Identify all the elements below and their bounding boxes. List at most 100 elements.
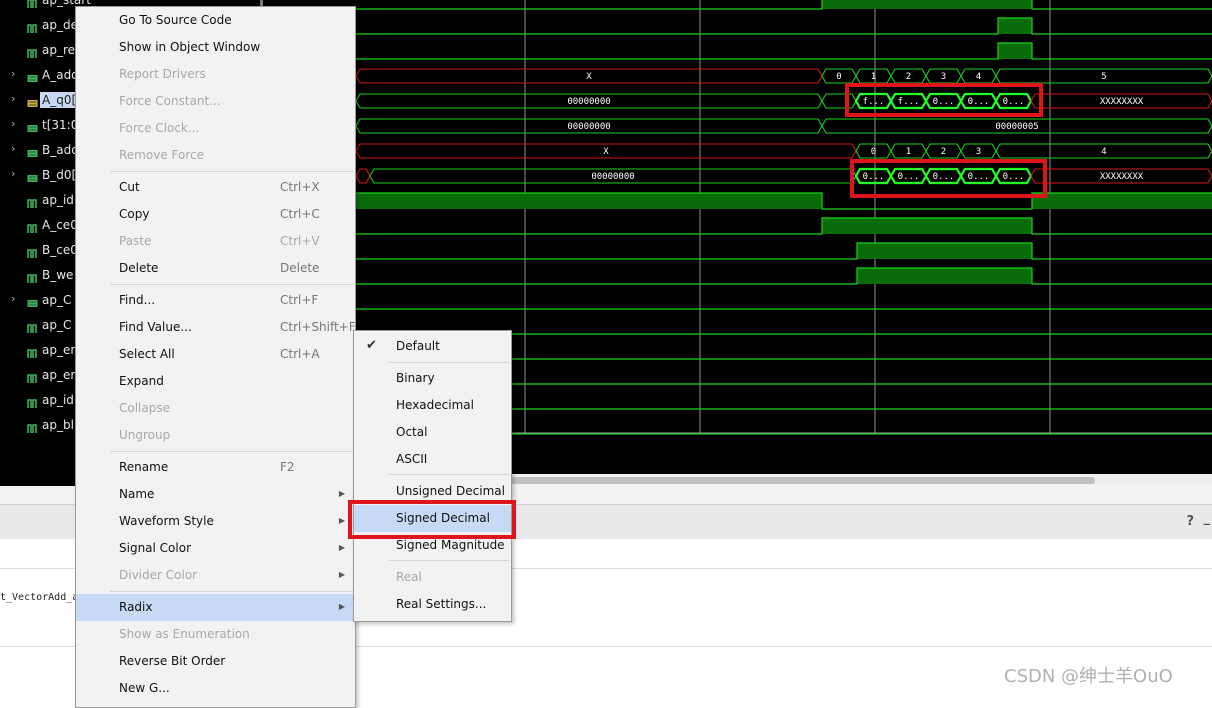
menu-item-name[interactable]: Name ▶: [76, 481, 355, 508]
menu-item-reverse-bit-order[interactable]: Reverse Bit Order: [76, 648, 355, 675]
menu-item-go-to-source-code[interactable]: Go To Source Code: [76, 7, 355, 34]
wave-high-fill: [822, 218, 1032, 234]
watermark: CSDN @绅士羊OuO: [1004, 666, 1173, 687]
menu-item-label: Go To Source Code: [119, 13, 232, 27]
menu-item-shortcut: Ctrl+F: [280, 293, 319, 307]
radix-option-real: Real: [354, 564, 511, 591]
menu-separator: [110, 171, 353, 172]
menu-item-label: Waveform Style: [119, 514, 214, 528]
menu-item-select-all[interactable]: Select All Ctrl+A: [76, 341, 355, 368]
signal-name: A_add: [42, 68, 79, 82]
radix-option-hexadecimal[interactable]: Hexadecimal: [354, 392, 511, 419]
menu-item-label: Rename: [119, 460, 169, 474]
menu-item-label: Find Value...: [119, 320, 192, 334]
submenu-arrow-icon: ▶: [338, 543, 345, 552]
chevron-right-icon[interactable]: ›: [11, 143, 21, 154]
scrollbar-thumb[interactable]: [510, 477, 1095, 484]
menu-item-label: Copy: [119, 207, 150, 221]
wave-value-label: 5: [1101, 72, 1106, 82]
menu-separator: [110, 591, 353, 592]
chevron-right-icon[interactable]: ›: [11, 68, 21, 79]
signal-bus-icon: [27, 69, 38, 82]
menu-item-radix[interactable]: Radix ▶: [76, 594, 355, 621]
highlight-box-a-q0: [845, 83, 1043, 117]
menu-item-expand[interactable]: Expand: [76, 368, 355, 395]
wave-value-label: 3: [941, 72, 946, 82]
wave-value-label: X: [586, 72, 592, 82]
signal-bit-icon: [27, 244, 38, 258]
help-button[interactable]: ?: [1186, 514, 1194, 529]
menu-item-label: Report Drivers: [119, 67, 206, 81]
menu-item-label: Signal Color: [119, 541, 192, 555]
wave-value-label: 0: [836, 72, 841, 82]
menu-item-show-as-enumeration: Show as Enumeration: [76, 621, 355, 648]
chevron-right-icon[interactable]: ›: [11, 293, 21, 304]
menu-item-cut[interactable]: Cut Ctrl+X: [76, 174, 355, 201]
menu-item-delete[interactable]: Delete Delete: [76, 255, 355, 282]
wave-high-fill: [356, 193, 822, 209]
menu-item-show-in-object-window[interactable]: Show in Object Window: [76, 34, 355, 61]
signal-name: ap_C: [42, 293, 72, 307]
chevron-right-icon[interactable]: ›: [11, 118, 21, 129]
signal-bus-icon: [27, 294, 38, 307]
wave-trace: [356, 242, 1212, 260]
context-menu: Go To Source Code Show in Object Window Re…: [75, 6, 356, 708]
signal-bit-icon: [27, 219, 38, 233]
menu-item-label: Ungroup: [119, 428, 171, 442]
wave-high-fill: [998, 18, 1032, 34]
radix-option-octal[interactable]: Octal: [354, 419, 511, 446]
menu-item-ungroup: Ungroup: [76, 422, 355, 449]
submenu-arrow-icon: ▶: [338, 570, 345, 579]
wave-value-label: 1: [906, 147, 911, 157]
wave-value-label: XXXXXXXX: [1100, 172, 1144, 182]
signal-bit-icon: [27, 344, 38, 358]
menu-item-find[interactable]: Find... Ctrl+F: [76, 287, 355, 314]
signal-bit-icon: [27, 394, 38, 408]
wave-high-fill: [857, 268, 1032, 284]
menu-item-label: Divider Color: [119, 568, 198, 582]
menu-separator: [388, 474, 509, 475]
menu-item-label: Real Settings...: [396, 597, 487, 611]
checkmark-icon: ✔: [366, 338, 377, 353]
wave-high-fill: [1032, 193, 1212, 209]
menu-item-label: Collapse: [119, 401, 170, 415]
radix-option-binary[interactable]: Binary: [354, 365, 511, 392]
wave-value-label: 00000000: [567, 122, 610, 132]
signal-name: ap_id: [42, 393, 74, 407]
menu-item-shortcut: Ctrl+A: [280, 347, 320, 361]
menu-item-label: Show as Enumeration: [119, 627, 250, 641]
menu-item-rename[interactable]: Rename F2: [76, 454, 355, 481]
chevron-right-icon[interactable]: ›: [11, 93, 21, 104]
menu-item-label: Hexadecimal: [396, 398, 474, 412]
console-text: t_VectorAdd_a: [0, 592, 79, 603]
highlight-box-signed-decimal: [348, 500, 516, 539]
chevron-right-icon[interactable]: ›: [11, 168, 21, 179]
signal-bus-icon: [27, 144, 38, 157]
menu-item-signal-color[interactable]: Signal Color ▶: [76, 535, 355, 562]
radix-option-real-settings[interactable]: Real Settings...: [354, 591, 511, 618]
menu-item-waveform-style[interactable]: Waveform Style ▶: [76, 508, 355, 535]
radix-option-default[interactable]: ✔ Default: [354, 333, 511, 360]
menu-item-label: Name: [119, 487, 155, 501]
menu-item-shortcut: F2: [280, 460, 295, 474]
menu-item-copy[interactable]: Copy Ctrl+C: [76, 201, 355, 228]
signal-bit-icon: [27, 0, 38, 8]
signal-bit-icon: [27, 319, 38, 333]
menu-item-label: Force Constant...: [119, 94, 221, 108]
wave-value-label: 00000005: [995, 122, 1038, 132]
menu-item-new-g[interactable]: New G...: [76, 675, 355, 702]
menu-item-shortcut: Ctrl+C: [280, 207, 320, 221]
menu-item-label: Force Clock...: [119, 121, 200, 135]
menu-separator: [388, 560, 509, 561]
menu-item-label: ASCII: [396, 452, 428, 466]
menu-item-force-constant: Force Constant...: [76, 88, 355, 115]
menu-item-find-value[interactable]: Find Value... Ctrl+Shift+F: [76, 314, 356, 341]
wave-trace: [356, 0, 1212, 10]
menu-item-label: Find...: [119, 293, 156, 307]
signal-name: ap_de: [42, 18, 78, 32]
minimize-button[interactable]: _: [1204, 511, 1211, 526]
radix-option-ascii[interactable]: ASCII: [354, 446, 511, 473]
signal-bit-icon: [27, 369, 38, 383]
signal-bus-icon: [27, 94, 38, 107]
wave-value-label: 00000000: [591, 172, 634, 182]
